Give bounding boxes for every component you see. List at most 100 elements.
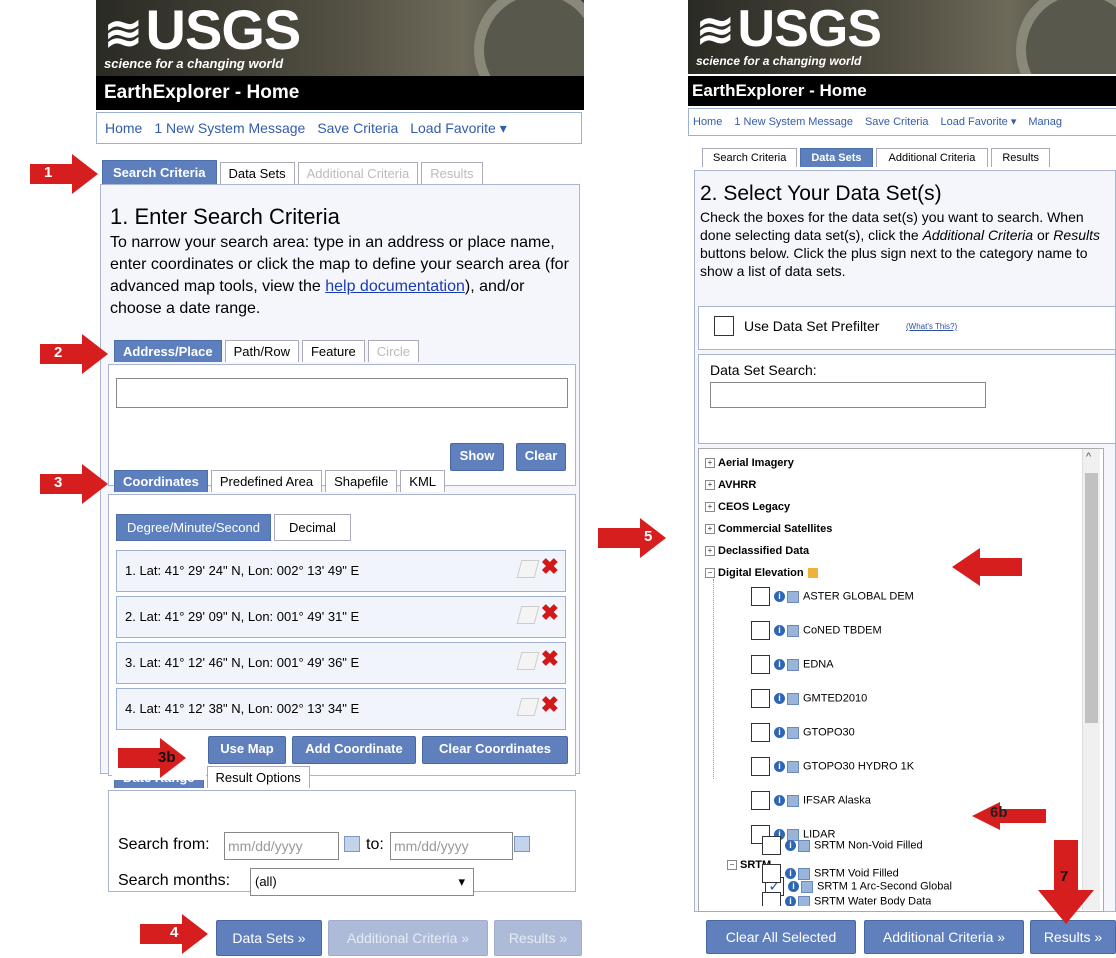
date-to-input[interactable]: mm/dd/yyyy [390,832,513,860]
tab-circle[interactable]: Circle [367,340,420,362]
tab-feature[interactable]: Feature [301,340,365,362]
dataset-checkbox[interactable] [751,621,770,640]
info-icon[interactable]: i [774,659,785,670]
footprint-icon[interactable] [787,658,799,671]
dataset-item[interactable]: i SRTM Void Filled [762,864,899,883]
tab-data-sets[interactable]: Data Sets [800,148,873,167]
calendar-icon[interactable] [514,836,530,852]
edit-icon[interactable] [516,560,540,578]
footprint-icon[interactable] [787,624,799,637]
delete-icon[interactable]: ✖ [541,648,559,670]
tab-predefined-area[interactable]: Predefined Area [210,470,323,492]
tab-additional-criteria[interactable]: Additional Criteria [875,148,989,167]
dataset-item[interactable]: i ASTER GLOBAL DEM [751,587,914,606]
tab-data-sets[interactable]: Data Sets [219,162,295,184]
usgs-logo[interactable]: ≋USGS [696,2,882,57]
dataset-item[interactable]: i IFSAR Alaska [751,791,871,810]
nav-home[interactable]: Home [105,120,142,136]
footprint-icon[interactable] [787,726,799,739]
delete-icon[interactable]: ✖ [541,556,559,578]
tab-additional-criteria[interactable]: Additional Criteria [297,162,419,184]
edit-icon[interactable] [516,606,540,624]
edit-icon[interactable] [516,698,540,716]
tab-address-place[interactable]: Address/Place [114,340,222,362]
category-avhrr[interactable]: + AVHRR [705,479,756,491]
info-icon[interactable]: i [774,727,785,738]
results-button[interactable]: Results » [1030,920,1116,954]
edit-icon[interactable] [516,652,540,670]
clear-coordinates-button[interactable]: Clear Coordinates [422,736,568,764]
category-ceos-legacy[interactable]: + CEOS Legacy [705,501,790,513]
dataset-checkbox[interactable] [762,836,781,855]
add-coordinate-button[interactable]: Add Coordinate [292,736,416,764]
nav-system-message[interactable]: 1 New System Message [734,116,853,128]
help-documentation-link[interactable]: help documentation [325,278,465,295]
tab-kml[interactable]: KML [400,470,446,492]
dataset-item[interactable]: i CoNED TBDEM [751,621,882,640]
footprint-icon[interactable] [787,760,799,773]
category-digital-elevation[interactable]: − Digital Elevation [705,567,818,579]
date-from-input[interactable]: mm/dd/yyyy [224,832,339,860]
tab-coordinates[interactable]: Coordinates [114,470,208,492]
tab-decimal[interactable]: Decimal [273,514,351,541]
clear-all-selected-button[interactable]: Clear All Selected [706,920,856,954]
info-icon[interactable]: i [785,868,796,879]
info-icon[interactable]: i [774,625,785,636]
tab-results[interactable]: Results [421,162,483,184]
footprint-icon[interactable] [798,839,810,852]
tab-shapefile[interactable]: Shapefile [325,470,398,492]
dataset-item[interactable]: i GTOPO30 [751,723,855,742]
nav-save-criteria[interactable]: Save Criteria [317,120,398,136]
dataset-checkbox[interactable] [751,757,770,776]
data-set-search-input[interactable] [710,382,986,408]
dataset-item[interactable]: i GMTED2010 [751,689,867,708]
category-commercial-satellites[interactable]: + Commercial Satellites [705,523,832,535]
tab-search-criteria[interactable]: Search Criteria [702,148,798,167]
usgs-logo[interactable]: ≋USGS [104,2,301,61]
nav-system-message[interactable]: 1 New System Message [154,120,305,136]
scrollbar-thumb[interactable] [1085,473,1098,723]
nav-home[interactable]: Home [693,116,722,128]
additional-criteria-button[interactable]: Additional Criteria » [864,920,1024,954]
info-icon[interactable]: i [774,795,785,806]
info-badge-icon[interactable] [807,568,818,579]
calendar-icon[interactable] [344,836,360,852]
footprint-icon[interactable] [798,867,810,880]
footprint-icon[interactable] [787,590,799,603]
prefilter-checkbox[interactable] [714,316,734,336]
dataset-item[interactable]: i GTOPO30 HYDRO 1K [751,757,914,776]
whats-this-link[interactable]: (What's This?) [906,322,957,331]
dataset-checkbox[interactable] [751,587,770,606]
address-input[interactable] [116,378,568,408]
dataset-checkbox[interactable] [762,864,781,883]
tab-search-criteria[interactable]: Search Criteria [102,160,217,184]
clear-button[interactable]: Clear [516,443,566,471]
category-aerial-imagery[interactable]: + Aerial Imagery [705,457,794,469]
nav-manage[interactable]: Manag [1028,116,1062,128]
use-map-button[interactable]: Use Map [208,736,286,764]
dataset-item[interactable]: i EDNA [751,655,834,674]
footprint-icon[interactable] [787,692,799,705]
footprint-icon[interactable] [787,794,799,807]
scroll-up-icon[interactable]: ^ [1086,451,1091,463]
tab-path-row[interactable]: Path/Row [224,340,299,362]
additional-criteria-button[interactable]: Additional Criteria » [328,920,488,956]
dataset-item[interactable]: i SRTM Non-Void Filled [762,836,923,855]
data-sets-button[interactable]: Data Sets » [216,920,322,956]
tab-result-options[interactable]: Result Options [206,766,310,788]
dataset-checkbox[interactable] [751,689,770,708]
nav-load-favorite[interactable]: Load Favorite ▾ [941,116,1017,128]
info-icon[interactable]: i [774,693,785,704]
dataset-checkbox[interactable] [751,723,770,742]
info-icon[interactable]: i [774,591,785,602]
category-declassified-data[interactable]: + Declassified Data [705,545,809,557]
nav-save-criteria[interactable]: Save Criteria [865,116,929,128]
dataset-checkbox[interactable] [751,791,770,810]
results-button[interactable]: Results » [494,920,582,956]
search-months-select[interactable]: (all) ▾ [250,868,474,896]
delete-icon[interactable]: ✖ [541,602,559,624]
info-icon[interactable]: i [785,896,796,906]
delete-icon[interactable]: ✖ [541,694,559,716]
info-icon[interactable]: i [785,840,796,851]
footprint-icon[interactable] [798,895,810,906]
